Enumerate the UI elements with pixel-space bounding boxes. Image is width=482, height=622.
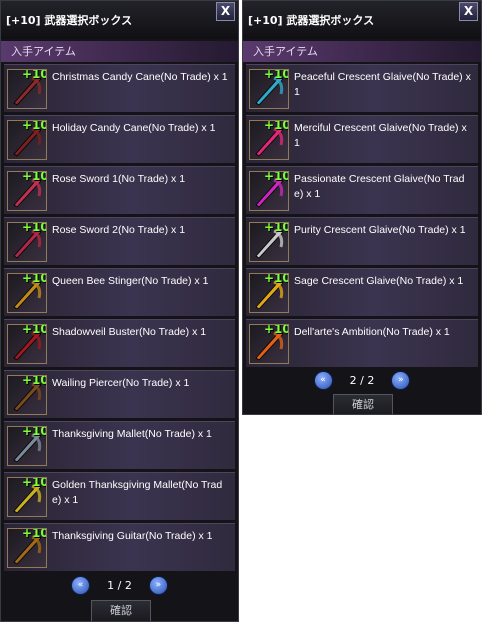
confirm-button[interactable]: 確認 — [91, 600, 151, 621]
item-name: Peaceful Crescent Glaive(No Trade) x 1 — [294, 71, 471, 98]
close-button[interactable]: X — [216, 2, 235, 21]
weapon-box-window-page-1: [+10] 武器選択ボックス X 入手アイテム +10 Christmas Can… — [0, 0, 239, 622]
next-page-icon[interactable]: » — [148, 576, 168, 595]
enhance-level-badge: +10 — [264, 273, 289, 285]
weapon-box-window-page-2: [+10] 武器選択ボックス X 入手アイテム +10 Peaceful Cres… — [242, 0, 482, 415]
item-name: Thanksgiving Mallet(No Trade) x 1 — [52, 428, 212, 440]
weapon-icon: +10 — [7, 324, 47, 364]
item-name: Thanksgiving Guitar(No Trade) x 1 — [52, 530, 213, 542]
list-item[interactable]: +10 Sage Crescent Glaive(No Trade) x 1 — [246, 268, 478, 317]
enhance-level-badge: +10 — [22, 477, 47, 489]
list-item[interactable]: +10 Shadowveil Buster(No Trade) x 1 — [4, 319, 235, 368]
list-item[interactable]: +10 Golden Thanksgiving Mallet(No Trade) … — [4, 472, 235, 521]
enhance-level-badge: +10 — [22, 324, 47, 336]
list-item[interactable]: +10 Wailing Piercer(No Trade) x 1 — [4, 370, 235, 419]
enhance-level-badge: +10 — [22, 375, 47, 387]
weapon-icon: +10 — [7, 120, 47, 160]
item-name: Holiday Candy Cane(No Trade) x 1 — [52, 122, 216, 134]
item-name: Shadowveil Buster(No Trade) x 1 — [52, 326, 207, 338]
window-title: [+10] 武器選択ボックス — [6, 14, 133, 27]
confirm-button[interactable]: 確認 — [333, 394, 393, 414]
enhance-level-badge: +10 — [264, 69, 289, 81]
pager: « 1 / 2 » — [1, 575, 238, 597]
item-name: Queen Bee Stinger(No Trade) x 1 — [52, 275, 209, 287]
list-item[interactable]: +10 Holiday Candy Cane(No Trade) x 1 — [4, 115, 235, 164]
item-name: Wailing Piercer(No Trade) x 1 — [52, 377, 190, 389]
item-name: Rose Sword 1(No Trade) x 1 — [52, 173, 186, 185]
enhance-level-badge: +10 — [22, 273, 47, 285]
item-name: Christmas Candy Cane(No Trade) x 1 — [52, 71, 228, 83]
next-page-icon[interactable]: » — [391, 371, 411, 390]
weapon-icon: +10 — [249, 69, 289, 109]
enhance-level-badge: +10 — [264, 171, 289, 183]
section-header: 入手アイテム — [1, 41, 238, 62]
prev-page-icon[interactable]: « — [71, 576, 91, 595]
enhance-level-badge: +10 — [22, 222, 47, 234]
pager: « 2 / 2 » — [243, 370, 481, 392]
enhance-level-badge: +10 — [22, 120, 47, 132]
weapon-icon: +10 — [7, 375, 47, 415]
list-item[interactable]: +10 Queen Bee Stinger(No Trade) x 1 — [4, 268, 235, 317]
title-bar: [+10] 武器選択ボックス X — [1, 1, 238, 39]
weapon-icon: +10 — [7, 69, 47, 109]
list-item[interactable]: +10 Dell'arte's Ambition(No Trade) x 1 — [246, 319, 478, 368]
section-header: 入手アイテム — [243, 41, 481, 62]
item-list: +10 Peaceful Crescent Glaive(No Trade) x … — [243, 64, 481, 370]
weapon-icon: +10 — [249, 171, 289, 211]
enhance-level-badge: +10 — [22, 69, 47, 81]
list-item[interactable]: +10 Thanksgiving Mallet(No Trade) x 1 — [4, 421, 235, 470]
page-indicator: 2 / 2 — [349, 374, 375, 387]
page-indicator: 1 / 2 — [107, 579, 132, 592]
enhance-level-badge: +10 — [264, 324, 289, 336]
item-name: Golden Thanksgiving Mallet(No Trade) x 1 — [52, 479, 223, 506]
weapon-icon: +10 — [249, 324, 289, 364]
enhance-level-badge: +10 — [22, 528, 47, 540]
list-item[interactable]: +10 Rose Sword 1(No Trade) x 1 — [4, 166, 235, 215]
list-item[interactable]: +10 Purity Crescent Glaive(No Trade) x 1 — [246, 217, 478, 266]
list-item[interactable]: +10 Thanksgiving Guitar(No Trade) x 1 — [4, 523, 235, 572]
weapon-icon: +10 — [7, 528, 47, 568]
weapon-icon: +10 — [249, 120, 289, 160]
list-item[interactable]: +10 Merciful Crescent Glaive(No Trade) x … — [246, 115, 478, 164]
enhance-level-badge: +10 — [264, 120, 289, 132]
item-name: Dell'arte's Ambition(No Trade) x 1 — [294, 326, 450, 338]
close-button[interactable]: X — [459, 2, 478, 21]
weapon-icon: +10 — [7, 171, 47, 211]
item-name: Merciful Crescent Glaive(No Trade) x 1 — [294, 122, 467, 149]
enhance-level-badge: +10 — [22, 426, 47, 438]
weapon-icon: +10 — [7, 477, 47, 517]
list-item[interactable]: +10 Passionate Crescent Glaive(No Trade) … — [246, 166, 478, 215]
weapon-icon: +10 — [249, 273, 289, 313]
window-title: [+10] 武器選択ボックス — [248, 14, 375, 27]
weapon-icon: +10 — [7, 273, 47, 313]
item-name: Purity Crescent Glaive(No Trade) x 1 — [294, 224, 466, 236]
item-name: Sage Crescent Glaive(No Trade) x 1 — [294, 275, 464, 287]
item-name: Passionate Crescent Glaive(No Trade) x 1 — [294, 173, 465, 200]
item-list: +10 Christmas Candy Cane(No Trade) x 1 +10… — [1, 64, 238, 574]
list-item[interactable]: +10 Christmas Candy Cane(No Trade) x 1 — [4, 64, 235, 113]
title-bar: [+10] 武器選択ボックス X — [243, 1, 481, 39]
weapon-icon: +10 — [7, 222, 47, 262]
list-item[interactable]: +10 Peaceful Crescent Glaive(No Trade) x … — [246, 64, 478, 113]
enhance-level-badge: +10 — [22, 171, 47, 183]
enhance-level-badge: +10 — [264, 222, 289, 234]
item-name: Rose Sword 2(No Trade) x 1 — [52, 224, 186, 236]
prev-page-icon[interactable]: « — [313, 371, 333, 390]
list-item[interactable]: +10 Rose Sword 2(No Trade) x 1 — [4, 217, 235, 266]
weapon-icon: +10 — [7, 426, 47, 466]
weapon-icon: +10 — [249, 222, 289, 262]
